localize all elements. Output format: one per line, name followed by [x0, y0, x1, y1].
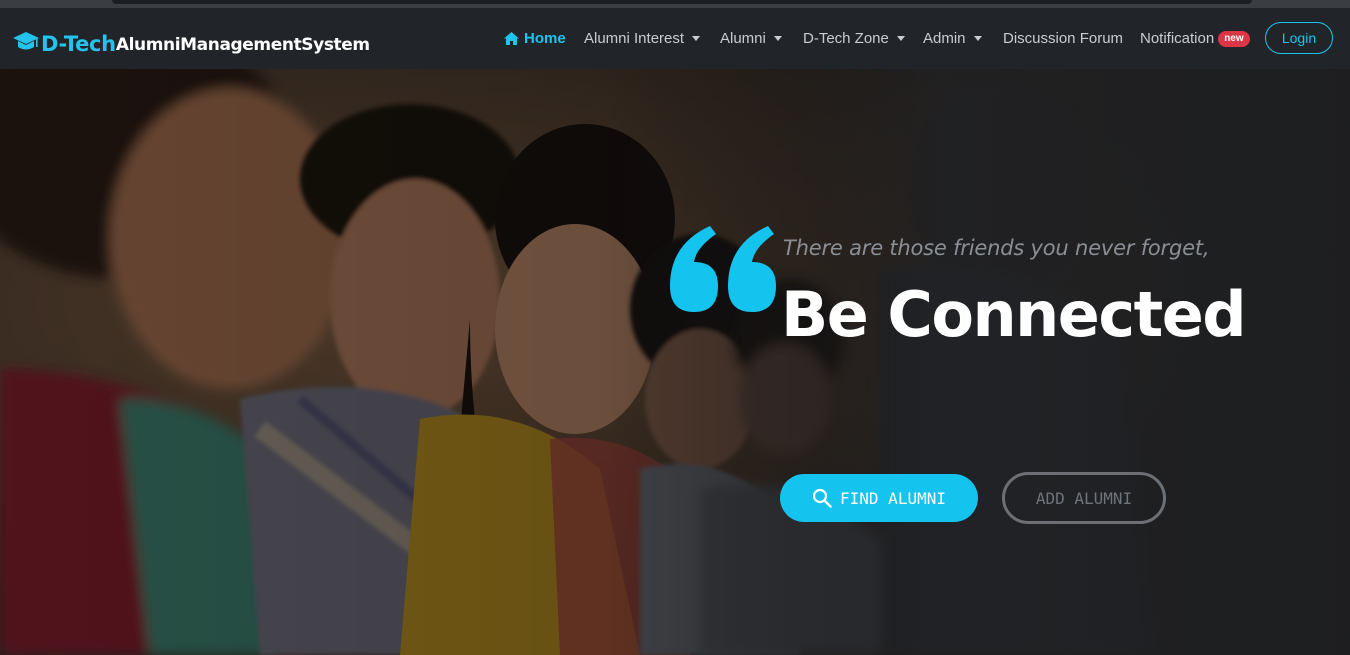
caret-down-icon: [692, 36, 701, 41]
quote-icon: [670, 226, 776, 312]
nav-dtech-zone[interactable]: D-Tech Zone: [803, 8, 905, 69]
nav-admin-label: Admin: [923, 30, 966, 47]
nav-discussion-forum-label: Discussion Forum: [1003, 30, 1124, 47]
brand-logo[interactable]: D-Tech AlumniManagementSystem: [12, 26, 370, 56]
add-alumni-label: ADD ALUMNI: [1035, 488, 1133, 508]
nav-alumni-interest[interactable]: Alumni Interest: [584, 8, 701, 69]
home-icon: [504, 32, 519, 45]
browser-top-strip: [0, 0, 1350, 8]
nav-home[interactable]: Home: [504, 8, 566, 69]
add-alumni-button[interactable]: ADD ALUMNI: [1002, 472, 1166, 524]
hero-tagline: There are those friends you never forget…: [783, 236, 1210, 260]
nav-notification[interactable]: Notification new: [1140, 8, 1250, 69]
notification-badge: new: [1218, 30, 1250, 47]
nav-notification-label: Notification: [1140, 30, 1215, 47]
hero-background-image: [0, 69, 1350, 655]
nav-alumni-label: Alumni: [720, 30, 766, 47]
brand-name-accent: D-Tech: [41, 32, 116, 56]
login-button[interactable]: Login: [1265, 22, 1333, 54]
caret-down-icon: [973, 36, 982, 41]
brand-name-main: AlumniManagementSystem: [115, 35, 370, 55]
caret-down-icon: [896, 36, 905, 41]
nav-alumni[interactable]: Alumni: [720, 8, 782, 69]
hero-banner: There are those friends you never forget…: [0, 69, 1350, 655]
navbar: D-Tech AlumniManagementSystem Home Alumn…: [0, 8, 1350, 69]
search-icon: [812, 488, 832, 508]
hero-headline: Be Connected: [781, 278, 1247, 351]
caret-down-icon: [773, 36, 782, 41]
scroll-strip: [112, 0, 1252, 4]
find-alumni-button[interactable]: FIND ALUMNI: [780, 474, 978, 522]
nav-discussion-forum[interactable]: Discussion Forum: [1003, 8, 1123, 69]
nav-home-label: Home: [524, 30, 566, 47]
find-alumni-label: FIND ALUMNI: [840, 488, 946, 508]
nav-dtech-zone-label: D-Tech Zone: [803, 30, 889, 47]
nav-alumni-interest-label: Alumni Interest: [584, 30, 685, 47]
graduation-cap-icon: [13, 32, 39, 50]
nav-admin[interactable]: Admin: [923, 8, 982, 69]
